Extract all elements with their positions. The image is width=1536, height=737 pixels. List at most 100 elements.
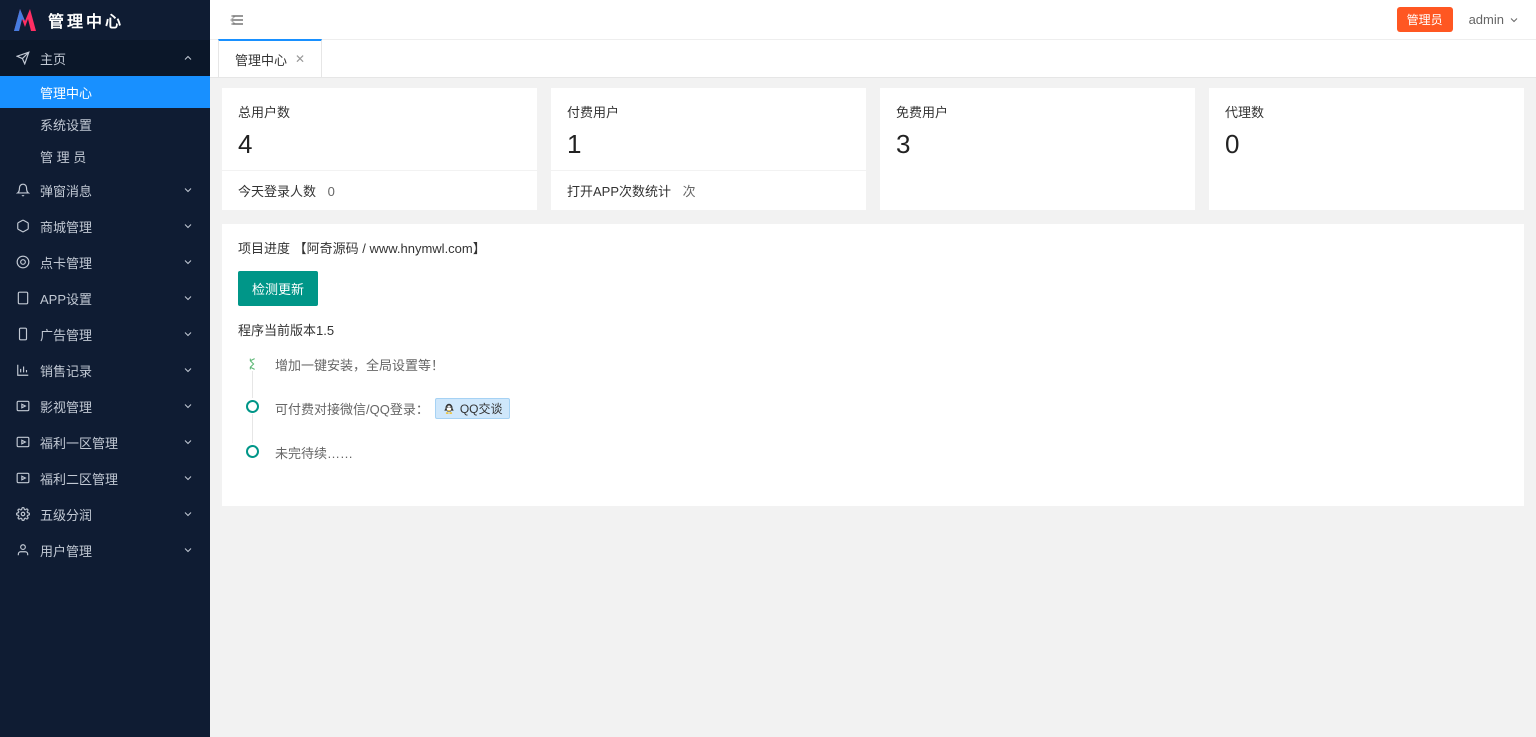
stat-footer-label: 打开APP次数统计 (567, 184, 671, 199)
nav-card[interactable]: 点卡管理 (0, 244, 210, 280)
nav-ads[interactable]: 广告管理 (0, 316, 210, 352)
version-line: 程序当前版本1.5 (238, 320, 1508, 339)
chevron-down-icon (182, 400, 194, 412)
timeline-text: 增加一键安装，全局设置等！ (275, 355, 444, 374)
nav-users[interactable]: 用户管理 (0, 532, 210, 568)
main-panel: 管理员 admin 管理中心 ✕ 总用户数 4 (210, 0, 1536, 737)
nav-label: 福利一区管理 (40, 433, 118, 452)
pointer-icon (246, 357, 259, 370)
nav-label: 商城管理 (40, 217, 92, 236)
stat-footer-value: 次 (683, 184, 696, 199)
stat-footer-label: 今天登录人数 (238, 184, 316, 199)
chevron-down-icon (182, 328, 194, 340)
qq-chat-button[interactable]: QQ交谈 (435, 398, 510, 419)
stat-value: 1 (567, 129, 850, 160)
chevron-down-icon (182, 256, 194, 268)
chevron-down-icon (182, 220, 194, 232)
chevron-down-icon (182, 292, 194, 304)
chart-icon (16, 363, 30, 377)
stat-agents: 代理数 0 (1209, 88, 1524, 210)
nav-label: 福利二区管理 (40, 469, 118, 488)
chevron-down-icon (182, 508, 194, 520)
role-badge[interactable]: 管理员 (1397, 7, 1453, 32)
nav-sales[interactable]: 销售记录 (0, 352, 210, 388)
stat-title: 免费用户 (896, 102, 1179, 121)
topbar: 管理员 admin (210, 0, 1536, 40)
stats-grid: 总用户数 4 今天登录人数 0 付费用户 1 打开APP次数统计 (222, 88, 1524, 210)
nav-label: 影视管理 (40, 397, 92, 416)
tab-label: 管理中心 (235, 50, 287, 69)
logo-bar: 管理中心 (0, 0, 210, 40)
chevron-down-icon (1508, 14, 1520, 26)
timeline-item: 可付费对接微信/QQ登录： QQ交谈 (246, 398, 1508, 443)
stat-paid-users: 付费用户 1 打开APP次数统计 次 (551, 88, 866, 210)
bell-icon (16, 183, 30, 197)
stat-title: 代理数 (1225, 102, 1508, 121)
project-title: 项目进度 【阿奇源码 / www.hnymwl.com】 (238, 238, 1508, 257)
user-name: admin (1469, 12, 1504, 27)
nav-label: APP设置 (40, 289, 92, 308)
timeline-item: 未完待续…… (246, 443, 1508, 486)
nav-app-settings[interactable]: APP设置 (0, 280, 210, 316)
qq-icon (442, 402, 456, 416)
user-dropdown[interactable]: admin (1469, 12, 1520, 27)
chevron-down-icon (182, 436, 194, 448)
nav-commission[interactable]: 五级分润 (0, 496, 210, 532)
stat-value: 0 (1225, 129, 1508, 160)
cube-icon (16, 219, 30, 233)
collapse-sidebar-button[interactable] (226, 9, 248, 31)
chevron-down-icon (182, 364, 194, 376)
nav-mall[interactable]: 商城管理 (0, 208, 210, 244)
target-icon (16, 255, 30, 269)
stat-footer: 打开APP次数统计 次 (551, 170, 866, 210)
nav-label: 五级分润 (40, 505, 92, 524)
nav-menu: 主页 管理中心 系统设置 管 理 员 弹窗消息 商城管理 点卡管理 (0, 40, 210, 737)
close-icon[interactable]: ✕ (295, 52, 305, 66)
mobile-icon (16, 327, 30, 341)
chevron-down-icon (182, 184, 194, 196)
chevron-down-icon (182, 544, 194, 556)
chevron-up-icon (182, 52, 194, 64)
user-icon (16, 543, 30, 557)
nav-label: 主页 (40, 49, 66, 68)
timeline: 增加一键安装，全局设置等！ 可付费对接微信/QQ登录： QQ交谈 (238, 355, 1508, 486)
project-card: 项目进度 【阿奇源码 / www.hnymwl.com】 检测更新 程序当前版本… (222, 224, 1524, 506)
nav-label: 广告管理 (40, 325, 92, 344)
timeline-text: 可付费对接微信/QQ登录： QQ交谈 (275, 398, 510, 419)
nav-popup-msg[interactable]: 弹窗消息 (0, 172, 210, 208)
nav-label: 弹窗消息 (40, 181, 92, 200)
tablet-icon (16, 291, 30, 305)
circle-icon (246, 445, 259, 458)
sub-item-admin-center[interactable]: 管理中心 (0, 76, 210, 108)
logo-icon (14, 9, 40, 31)
gear-icon (16, 507, 30, 521)
stat-title: 付费用户 (567, 102, 850, 121)
sidebar: 管理中心 主页 管理中心 系统设置 管 理 员 弹窗消息 (0, 0, 210, 737)
sub-item-system-settings[interactable]: 系统设置 (0, 108, 210, 140)
nav-label: 用户管理 (40, 541, 92, 560)
nav-label: 销售记录 (40, 361, 92, 380)
play-icon (16, 399, 30, 413)
sub-item-administrator[interactable]: 管 理 员 (0, 140, 210, 172)
stat-footer-value: 0 (328, 184, 335, 199)
check-update-button[interactable]: 检测更新 (238, 271, 318, 306)
nav-welfare-2[interactable]: 福利二区管理 (0, 460, 210, 496)
stat-total-users: 总用户数 4 今天登录人数 0 (222, 88, 537, 210)
tab-admin-center[interactable]: 管理中心 ✕ (218, 39, 322, 77)
menu-collapse-icon (229, 12, 245, 28)
nav-home[interactable]: 主页 (0, 40, 210, 76)
stat-free-users: 免费用户 3 (880, 88, 1195, 210)
stat-value: 3 (896, 129, 1179, 160)
nav-video[interactable]: 影视管理 (0, 388, 210, 424)
circle-icon (246, 400, 259, 413)
play-icon (16, 435, 30, 449)
app-title: 管理中心 (48, 8, 124, 32)
stat-value: 4 (238, 129, 521, 160)
stat-title: 总用户数 (238, 102, 521, 121)
nav-welfare-1[interactable]: 福利一区管理 (0, 424, 210, 460)
send-icon (16, 51, 30, 65)
play-icon (16, 471, 30, 485)
chevron-down-icon (182, 472, 194, 484)
timeline-text: 未完待续…… (275, 443, 353, 462)
timeline-item: 增加一键安装，全局设置等！ (246, 355, 1508, 398)
